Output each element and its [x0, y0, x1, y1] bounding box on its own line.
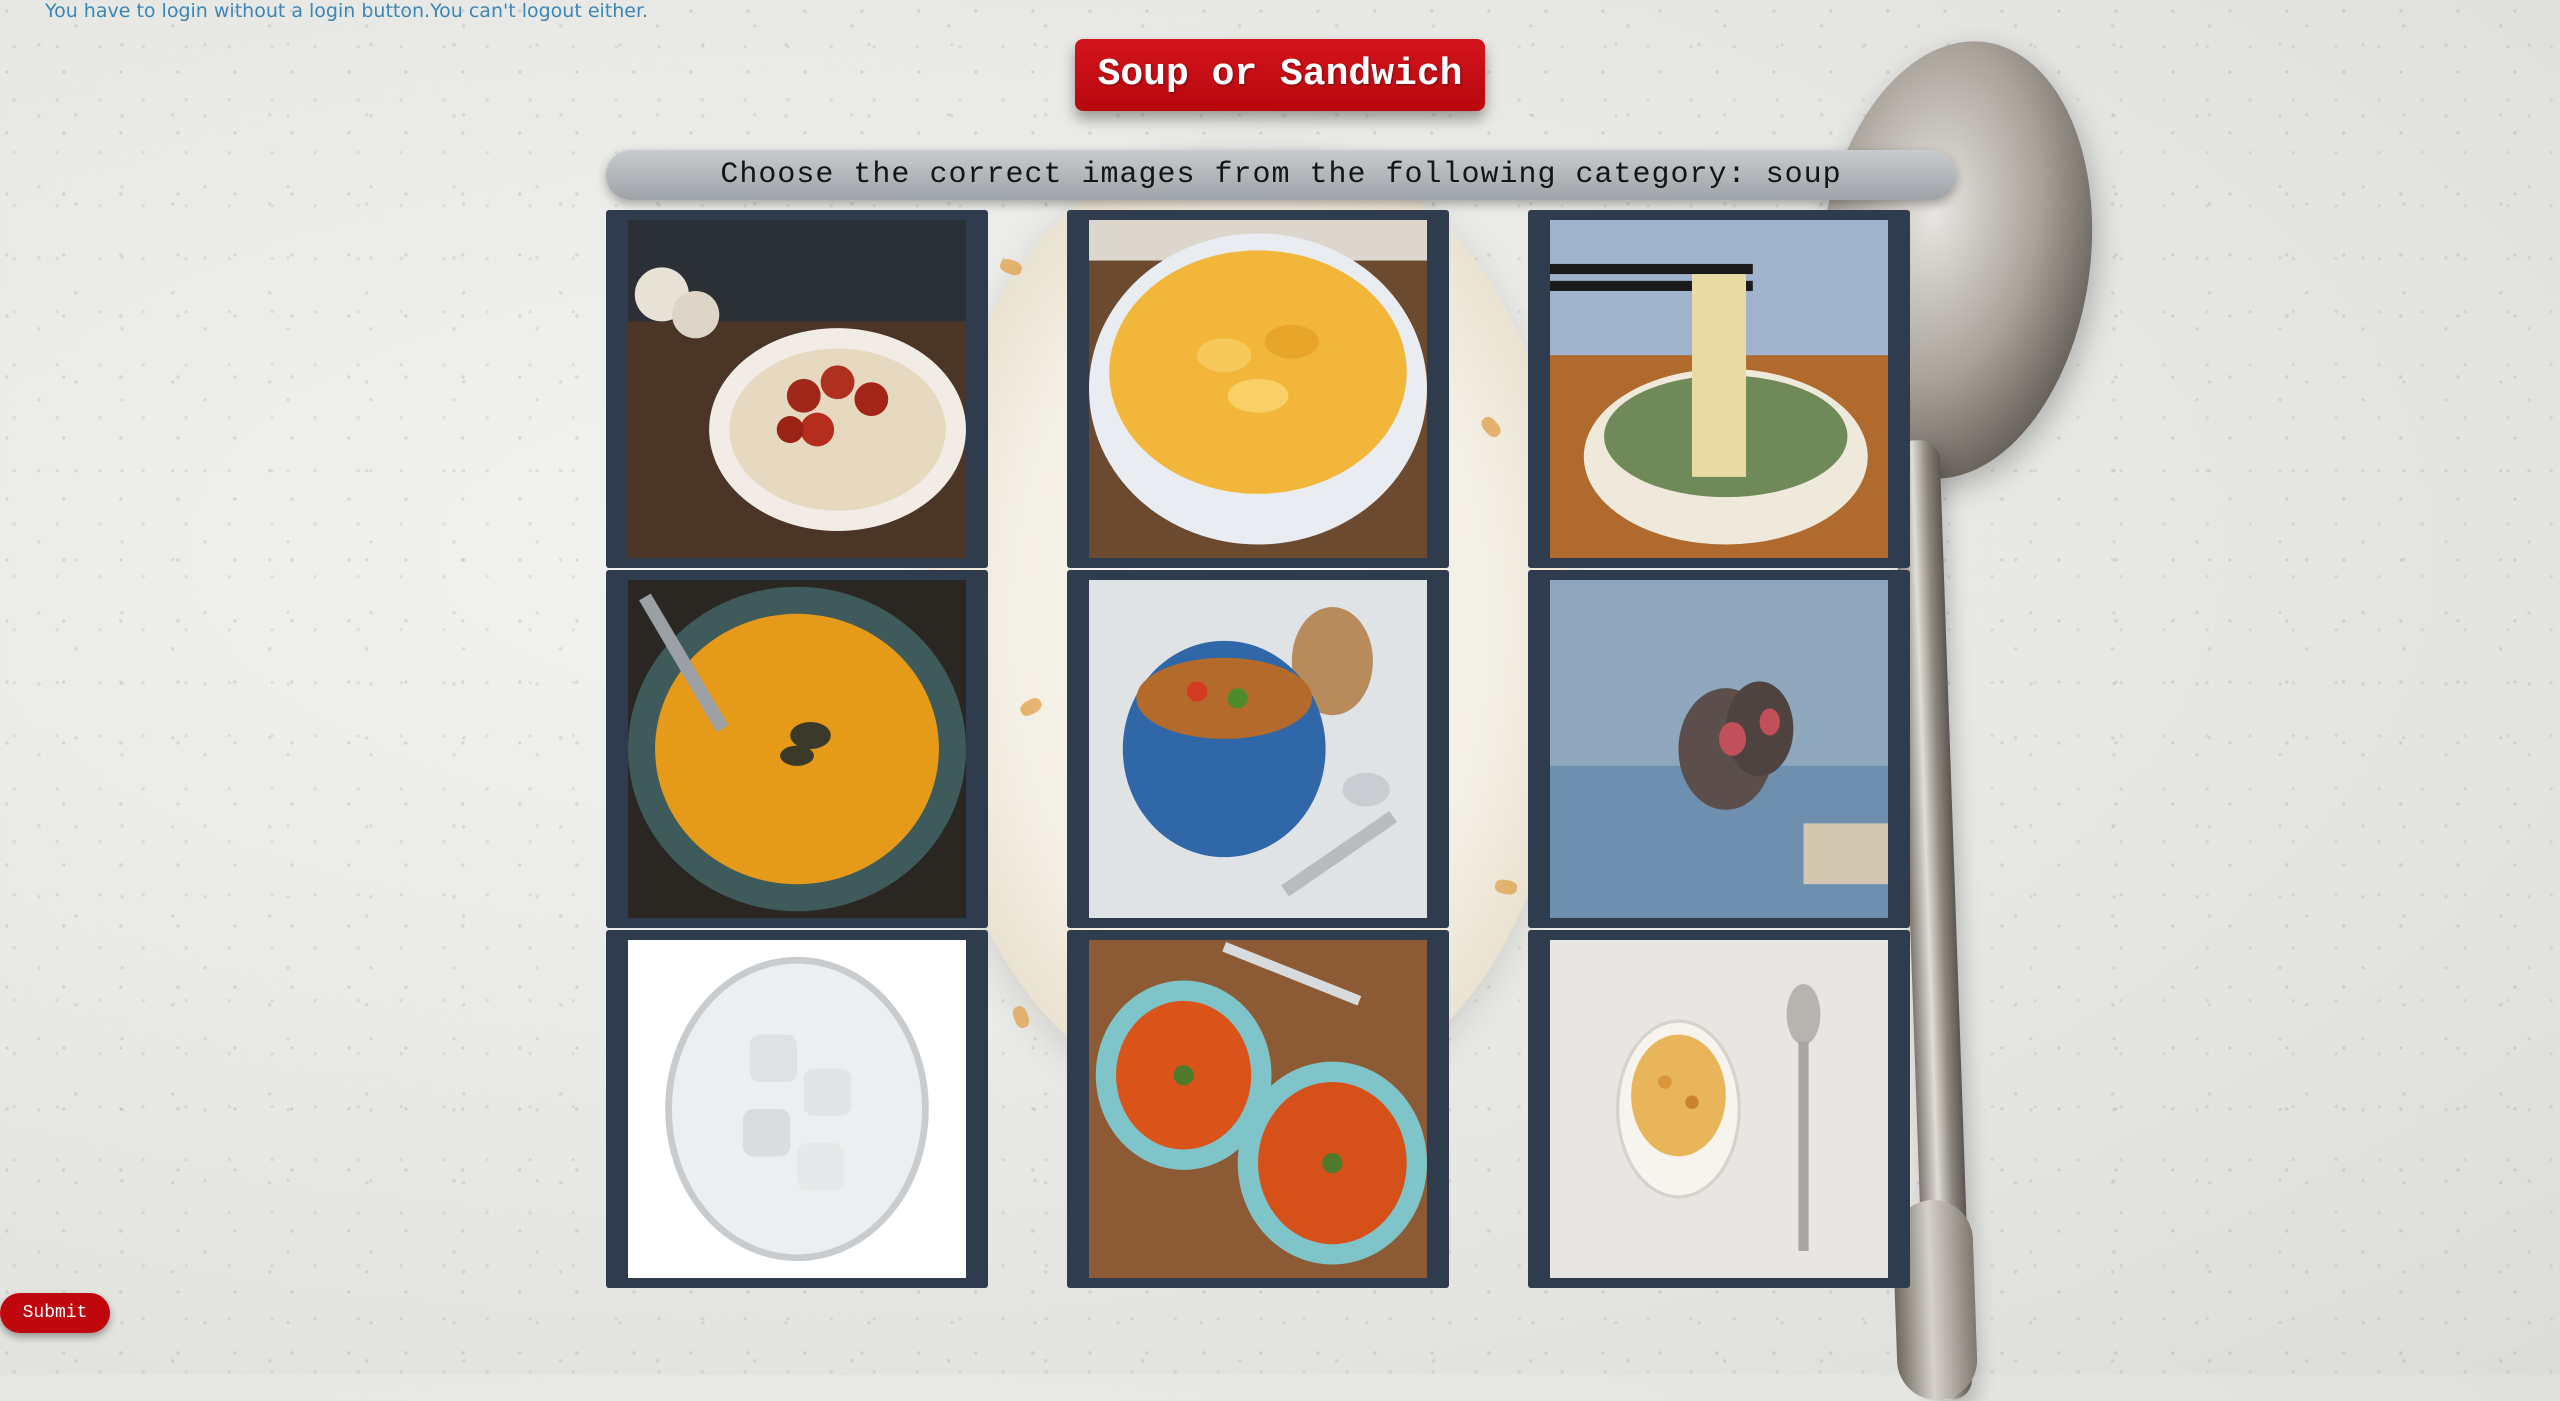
image-tile-9[interactable] [1528, 930, 1910, 1288]
minestrone-image [1089, 580, 1427, 918]
cereal-bowl-image [1550, 940, 1888, 1278]
image-tile-3[interactable] [1528, 210, 1910, 568]
captcha-instruction: Choose the correct images from the follo… [606, 150, 1956, 200]
page-title: Soup or Sandwich [1075, 39, 1485, 111]
image-tile-5[interactable] [1067, 570, 1449, 928]
image-tile-2[interactable] [1067, 210, 1449, 568]
hummus-image [628, 220, 966, 558]
image-tile-6[interactable] [1528, 570, 1910, 928]
login-notice: You have to login without a login button… [45, 0, 649, 22]
monkeys-hot-spring-image [1550, 580, 1888, 918]
mac-and-cheese-image [1089, 220, 1427, 558]
submit-button[interactable]: Submit [0, 1293, 110, 1333]
noodle-soup-image [1550, 220, 1888, 558]
ice-water-image [628, 940, 966, 1278]
image-tile-1[interactable] [606, 210, 988, 568]
image-tile-8[interactable] [1067, 930, 1449, 1288]
image-tile-4[interactable] [606, 570, 988, 928]
image-tile-7[interactable] [606, 930, 988, 1288]
tomato-soup-image [1089, 940, 1427, 1278]
pumpkin-soup-image [628, 580, 966, 918]
